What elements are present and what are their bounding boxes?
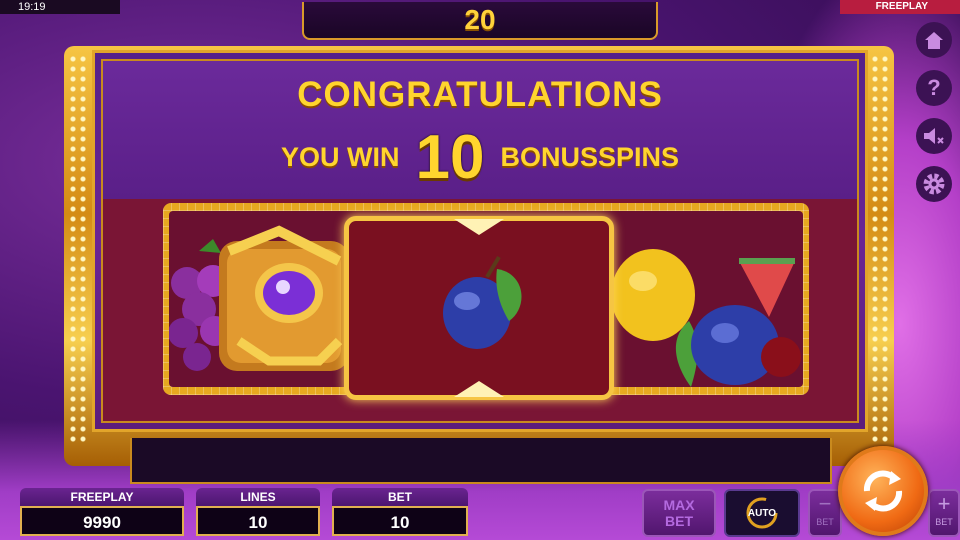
highlight-frame bbox=[344, 216, 614, 400]
home-button[interactable] bbox=[916, 22, 952, 58]
plum-focus-icon bbox=[443, 255, 522, 349]
mode-tag: FREEPLAY bbox=[840, 0, 960, 14]
bet-label: BET bbox=[332, 488, 468, 506]
freeplay-box: FREEPLAY 9990 bbox=[20, 488, 184, 538]
frame-lights-left bbox=[68, 54, 88, 444]
max-bet-button[interactable]: MAX BET bbox=[642, 489, 716, 537]
spin-icon bbox=[863, 470, 903, 512]
popup-title: CONGRATULATIONS bbox=[297, 75, 663, 114]
bet-decrease-button[interactable]: − BET bbox=[808, 489, 842, 537]
bet-value: 10 bbox=[332, 506, 468, 536]
highlight-arrow-top bbox=[454, 219, 504, 235]
lines-box: LINES 10 bbox=[196, 488, 320, 538]
help-icon: ? bbox=[927, 75, 941, 100]
freeplay-value: 9990 bbox=[20, 506, 184, 536]
free-spins-counter: 20 bbox=[302, 2, 658, 40]
highlight-arrow-bottom bbox=[454, 381, 504, 397]
lines-value: 10 bbox=[196, 506, 320, 536]
freeplay-label: FREEPLAY bbox=[20, 488, 184, 506]
spin-button[interactable] bbox=[838, 446, 928, 536]
auto-button[interactable]: AUTO bbox=[724, 489, 800, 537]
clock: 19:19 bbox=[0, 0, 120, 14]
win-prefix: YOU WIN bbox=[280, 141, 400, 172]
auto-label: AUTO bbox=[747, 507, 777, 519]
frame-lights-right bbox=[870, 54, 890, 444]
win-suffix: BONUSSPINS bbox=[500, 141, 679, 172]
popup-header: CONGRATULATIONS YOU WIN 10 BONUSSPINS bbox=[103, 61, 857, 199]
win-line: YOU WIN 10 BONUSSPINS bbox=[103, 123, 857, 192]
treasure-chest-icon bbox=[219, 225, 349, 371]
settings-button[interactable] bbox=[916, 166, 952, 202]
bet-box: BET 10 bbox=[332, 488, 468, 538]
bet-plus-label: BET bbox=[935, 517, 953, 527]
message-bar bbox=[130, 438, 832, 484]
bet-increase-button[interactable]: + BET bbox=[928, 489, 960, 537]
watermelon-icon bbox=[739, 258, 795, 317]
lines-label: LINES bbox=[196, 488, 320, 506]
settings-icon bbox=[923, 173, 945, 195]
bet-minus-label: BET bbox=[816, 517, 834, 527]
mute-icon bbox=[924, 128, 944, 144]
win-amount: 10 bbox=[415, 122, 485, 192]
sound-button[interactable] bbox=[916, 118, 952, 154]
home-icon bbox=[925, 32, 943, 49]
cherry-icon bbox=[761, 337, 801, 377]
help-button[interactable]: ? bbox=[916, 70, 952, 106]
